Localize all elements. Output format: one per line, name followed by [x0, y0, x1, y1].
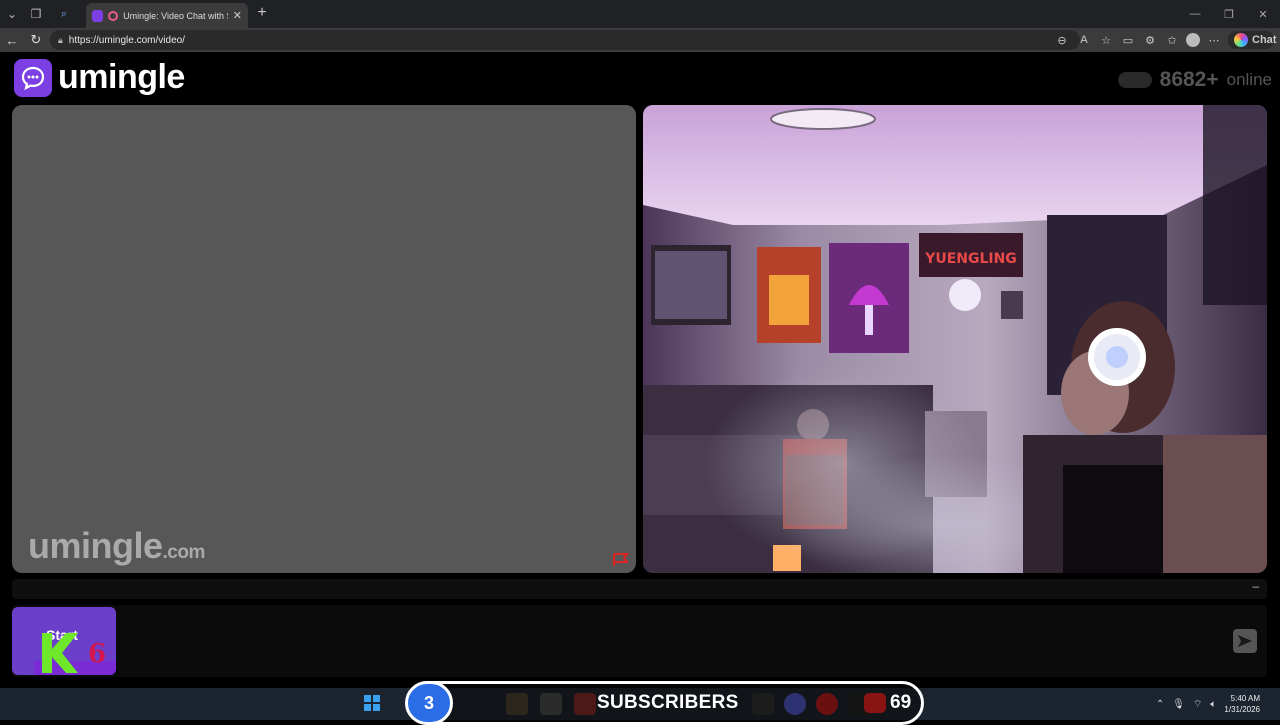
- overlay-number-badge: 3: [405, 681, 453, 725]
- recording-icon: [108, 10, 119, 21]
- watermark-suffix: .com: [162, 542, 206, 563]
- favorites-icon[interactable]: ✩: [1164, 34, 1180, 47]
- address-bar-row: ← ↻ 🔒︎ https://umingle.com/video/ ⊖ A ☆ …: [0, 28, 1280, 52]
- online-indicator: 8682+ online: [1117, 68, 1272, 92]
- new-tab-icon[interactable]: +: [252, 4, 272, 22]
- poster-text: YUENGLING: [924, 251, 1017, 267]
- search-icon: ⌕: [60, 7, 68, 20]
- copilot-chat-button[interactable]: Chat: [1228, 31, 1277, 49]
- minimize-window-icon[interactable]: —: [1178, 0, 1212, 28]
- red-six-sticker-icon: 6: [88, 639, 107, 669]
- umingle-favicon-icon: [92, 9, 104, 22]
- subscribers-label: SUBSCRIBERS: [597, 692, 739, 713]
- clock[interactable]: 5:40 AM 1/31/2026: [1224, 693, 1260, 715]
- address-bar-actions: ⊖ A ☆ ▭ ⚙ ✩ ⋯ Chat: [1054, 31, 1277, 49]
- tab-title: Umingle: Video Chat with Stra: [123, 10, 228, 21]
- browser-tab-bar: ⌄ ❐ ⌕ Umingle: Video Chat with Stra ✕ + …: [0, 0, 1280, 28]
- subscriber-count: 69: [890, 692, 912, 713]
- remote-video-panel: YUENGLING: [643, 105, 1267, 573]
- tab-umingle[interactable]: Umingle: Video Chat with Stra ✕: [86, 3, 248, 28]
- site-logo[interactable]: umingle: [14, 58, 185, 97]
- watermark-main: umingle: [28, 525, 163, 566]
- theme-toggle[interactable]: [1117, 72, 1152, 88]
- taskbar-apps: [364, 692, 410, 714]
- chat-label: Chat: [1252, 34, 1277, 46]
- url-text: https://umingle.com/video/: [68, 34, 185, 46]
- refresh-icon[interactable]: ↻: [24, 28, 48, 52]
- send-button[interactable]: [1233, 629, 1257, 653]
- url-input[interactable]: 🔒︎ https://umingle.com/video/: [50, 30, 1080, 50]
- wifi-icon[interactable]: ⌔: [1193, 698, 1202, 711]
- profile-avatar[interactable]: [1186, 33, 1200, 47]
- windows-start-icon[interactable]: [364, 695, 380, 711]
- zoom-icon[interactable]: ⊖: [1054, 34, 1070, 47]
- tray-expand-icon[interactable]: ⌃: [1156, 699, 1164, 710]
- online-count: 8682+: [1159, 68, 1219, 91]
- logo-text: umingle: [58, 58, 185, 96]
- more-menu-icon[interactable]: ⋯: [1206, 34, 1222, 47]
- umingle-page: umingle 8682+ online umingle.com YUENGLI…: [0, 52, 1280, 688]
- remote-video-frame: YUENGLING: [643, 105, 1267, 573]
- chat-bubble-icon: [14, 58, 52, 97]
- watermark: umingle.com: [28, 525, 205, 567]
- camera-icon[interactable]: ▭: [1120, 34, 1136, 47]
- youtube-icon: [864, 693, 886, 713]
- extensions-icon[interactable]: ⚙: [1142, 34, 1158, 47]
- read-aloud-icon[interactable]: A: [1076, 34, 1092, 46]
- send-arrow-icon: [1238, 635, 1252, 647]
- green-k-sticker-icon: [42, 633, 78, 673]
- online-label: online: [1226, 70, 1272, 89]
- workspaces-icon[interactable]: ❐: [24, 2, 48, 26]
- close-window-icon[interactable]: ✕: [1246, 0, 1280, 28]
- system-tray: ⌃ 🎙︎ ⌔ 🔈︎ 5:40 AM 1/31/2026: [1156, 693, 1260, 715]
- favorite-star-icon[interactable]: ☆: [1098, 34, 1114, 47]
- clock-time: 5:40 AM: [1230, 694, 1260, 703]
- copilot-icon: [1234, 33, 1248, 47]
- volume-icon[interactable]: 🔈︎: [1210, 699, 1216, 710]
- clock-date: 1/31/2026: [1224, 705, 1260, 714]
- chat-log-strip: –: [12, 579, 1267, 599]
- maximize-window-icon[interactable]: ❐: [1212, 0, 1246, 28]
- window-controls: — ❐ ✕: [1178, 0, 1280, 28]
- tab-list-chevron-icon[interactable]: ⌄: [0, 2, 24, 26]
- tab-close-icon[interactable]: ✕: [233, 9, 242, 22]
- report-flag-icon[interactable]: [612, 553, 630, 567]
- local-video-panel: umingle.com: [12, 105, 636, 573]
- start-button[interactable]: Start 6: [12, 607, 116, 675]
- back-icon[interactable]: ←: [0, 28, 24, 52]
- search-tab[interactable]: ⌕: [52, 2, 76, 26]
- chat-controls: Start 6: [12, 605, 1267, 677]
- microphone-icon[interactable]: 🎙︎: [1172, 699, 1185, 710]
- lock-icon: 🔒︎: [58, 34, 63, 45]
- minimize-chat-button[interactable]: –: [1252, 579, 1259, 593]
